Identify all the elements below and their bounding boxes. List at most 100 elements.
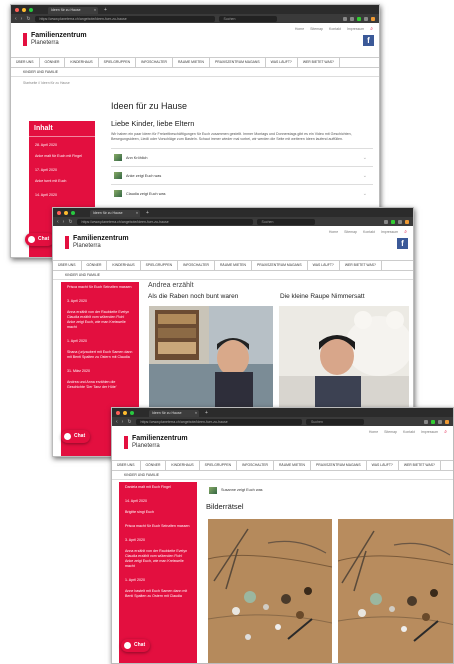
new-tab-icon[interactable]: + bbox=[205, 410, 208, 416]
accordion-item[interactable]: Claudia zeigt Euch was ⌄ bbox=[111, 184, 373, 202]
maximize-window-icon[interactable] bbox=[71, 210, 75, 215]
chat-button[interactable]: Chat bbox=[121, 639, 151, 652]
extension-icon[interactable] bbox=[364, 16, 368, 21]
tab-close-icon[interactable]: × bbox=[195, 410, 197, 417]
forward-icon[interactable]: › bbox=[63, 219, 65, 225]
minimize-window-icon[interactable] bbox=[123, 410, 127, 415]
browser-tab[interactable]: Ideen für zu Hause × bbox=[48, 7, 98, 14]
back-icon[interactable]: ‹ bbox=[15, 16, 17, 22]
nav-item[interactable]: WER BIETET WAS? bbox=[298, 57, 340, 68]
nav-item[interactable]: WER BIETET WAS? bbox=[399, 460, 441, 471]
sub-nav[interactable]: KINDER UND FAMILIE bbox=[53, 271, 413, 280]
reload-icon[interactable]: ↻ bbox=[26, 16, 30, 22]
sidebar-link[interactable]: Anne bastelt mit Euch Samen dann mit Ben… bbox=[119, 586, 197, 602]
browser-search-field[interactable]: Suchen bbox=[218, 15, 277, 22]
close-window-icon[interactable] bbox=[15, 7, 19, 12]
reload-icon[interactable]: ↻ bbox=[127, 419, 131, 425]
url-field[interactable]: https://www.planeterra.ch/angebote/ideen… bbox=[76, 218, 253, 225]
extension-icon[interactable] bbox=[350, 16, 354, 21]
puzzle-image[interactable] bbox=[337, 519, 453, 663]
nav-item[interactable]: KINDERHAUS bbox=[166, 460, 200, 471]
link-sitemap[interactable]: Sitemap bbox=[344, 230, 357, 234]
nav-item[interactable]: PRAXISZENTRUM MAGANS bbox=[210, 57, 266, 68]
sidebar-link[interactable]: Anke malt für Euch mit Fingel bbox=[29, 151, 95, 162]
accordion-item[interactable]: Anke zeigt Euch was ⌄ bbox=[111, 166, 373, 184]
search-icon[interactable]: ⌕ bbox=[370, 27, 373, 32]
facebook-icon[interactable]: f bbox=[363, 35, 374, 46]
maximize-window-icon[interactable] bbox=[29, 7, 33, 12]
nav-item[interactable]: KINDERHAUS bbox=[65, 57, 99, 68]
close-window-icon[interactable] bbox=[116, 410, 120, 415]
sub-nav[interactable]: KINDER UND FAMILIE bbox=[112, 471, 453, 480]
nav-item[interactable]: RÄUME MIETEN bbox=[173, 57, 210, 68]
nav-item[interactable]: GÖNNER bbox=[40, 57, 66, 68]
sidebar-link[interactable]: Shana (ur)zaubert mit Euch Samen dann mi… bbox=[61, 347, 139, 363]
sidebar-link[interactable]: Brigitte singt Euch bbox=[119, 507, 197, 518]
nav-item[interactable]: SPIELGRUPPEN bbox=[99, 57, 137, 68]
extension-icon[interactable] bbox=[343, 16, 347, 21]
reload-icon[interactable]: ↻ bbox=[68, 219, 72, 225]
nav-item[interactable]: WAS LÄUFT? bbox=[367, 460, 399, 471]
nav-item[interactable]: PRAXISZENTRUM MAGANS bbox=[311, 460, 367, 471]
url-field[interactable]: https://www.planeterra.ch/angebote/ideen… bbox=[135, 418, 303, 425]
link-sitemap[interactable]: Sitemap bbox=[310, 27, 323, 31]
minimize-window-icon[interactable] bbox=[64, 210, 68, 215]
extension-icon[interactable] bbox=[391, 219, 395, 224]
nav-item[interactable]: RÄUME MIETEN bbox=[274, 460, 311, 471]
extension-icon[interactable] bbox=[398, 219, 402, 224]
site-logo[interactable]: Familienzentrum Planeterra bbox=[65, 235, 129, 250]
url-field[interactable]: https://www.planeterra.ch/angebote/ideen… bbox=[34, 15, 215, 22]
link-kontakt[interactable]: Kontakt bbox=[363, 230, 375, 234]
accordion-item[interactable]: Ann Kröhlich ⌄ bbox=[111, 148, 373, 166]
browser-tab[interactable]: Ideen für zu Hause × bbox=[149, 410, 199, 417]
extension-icon[interactable] bbox=[445, 419, 449, 424]
sidebar-link[interactable]: Daniela malt mit Euch Fingel bbox=[119, 482, 197, 493]
extension-icon[interactable] bbox=[424, 419, 428, 424]
nav-item[interactable]: WER BIETET WAS? bbox=[340, 260, 382, 271]
link-kontakt[interactable]: Kontakt bbox=[329, 27, 341, 31]
maximize-window-icon[interactable] bbox=[130, 410, 134, 415]
nav-item[interactable]: WAS LÄUFT? bbox=[266, 57, 298, 68]
nav-item[interactable]: GÖNNER bbox=[82, 260, 108, 271]
site-logo[interactable]: Familienzentrum Planeterra bbox=[124, 435, 188, 450]
nav-item[interactable]: KINDERHAUS bbox=[107, 260, 141, 271]
nav-item[interactable]: SPIELGRUPPEN bbox=[141, 260, 179, 271]
nav-item[interactable]: WAS LÄUFT? bbox=[308, 260, 340, 271]
browser-search-field[interactable]: Suchen bbox=[306, 418, 365, 425]
nav-item[interactable]: SPIELGRUPPEN bbox=[200, 460, 238, 471]
extension-icon[interactable] bbox=[384, 219, 388, 224]
sidebar-link[interactable]: Anna erzählt von der Raubkeite Evelyn Cl… bbox=[119, 546, 197, 572]
extension-icon[interactable] bbox=[438, 419, 442, 424]
accordion-item[interactable]: Susanne zeigt Euch was bbox=[206, 484, 451, 496]
extension-icon[interactable] bbox=[405, 219, 409, 224]
link-home[interactable]: Home bbox=[369, 430, 378, 434]
site-logo[interactable]: Familienzentrum Planeterra bbox=[23, 32, 87, 47]
nav-item[interactable]: ÜBER UNS bbox=[11, 57, 40, 68]
nav-item[interactable]: ÜBER UNS bbox=[53, 260, 82, 271]
tab-close-icon[interactable]: × bbox=[94, 7, 96, 14]
video-player[interactable] bbox=[149, 306, 273, 414]
close-window-icon[interactable] bbox=[57, 210, 61, 215]
forward-icon[interactable]: › bbox=[122, 419, 124, 425]
sidebar-link[interactable]: Anna erzählt von der Raubkeite Evelyn Cl… bbox=[61, 307, 139, 333]
new-tab-icon[interactable]: + bbox=[104, 7, 107, 13]
forward-icon[interactable]: › bbox=[21, 16, 23, 22]
search-icon[interactable]: ⌕ bbox=[444, 430, 447, 435]
nav-item[interactable]: INFOSCHALTER bbox=[136, 57, 173, 68]
back-icon[interactable]: ‹ bbox=[116, 419, 118, 425]
search-icon[interactable]: ⌕ bbox=[404, 230, 407, 235]
extension-icon[interactable] bbox=[357, 16, 361, 21]
puzzle-image[interactable] bbox=[207, 519, 333, 663]
sidebar-link[interactable]: Anke turnt mit Euch bbox=[29, 176, 95, 187]
link-home[interactable]: Home bbox=[329, 230, 338, 234]
nav-item[interactable]: GÖNNER bbox=[141, 460, 167, 471]
nav-item[interactable]: INFOSCHALTER bbox=[178, 260, 215, 271]
nav-item[interactable]: PRAXISZENTRUM MAGANS bbox=[252, 260, 308, 271]
browser-search-field[interactable]: Suchen bbox=[256, 218, 315, 225]
link-impressum[interactable]: Impressum bbox=[347, 27, 364, 31]
sidebar-link[interactable]: Prisca macht für Euch Seinziten massen bbox=[119, 521, 197, 532]
new-tab-icon[interactable]: + bbox=[146, 210, 149, 216]
sidebar-link[interactable]: Andrea und Anna erzählen die Geschichte … bbox=[61, 377, 139, 393]
browser-tab[interactable]: Ideen für zu Hause × bbox=[90, 210, 140, 217]
facebook-icon[interactable]: f bbox=[397, 238, 408, 249]
